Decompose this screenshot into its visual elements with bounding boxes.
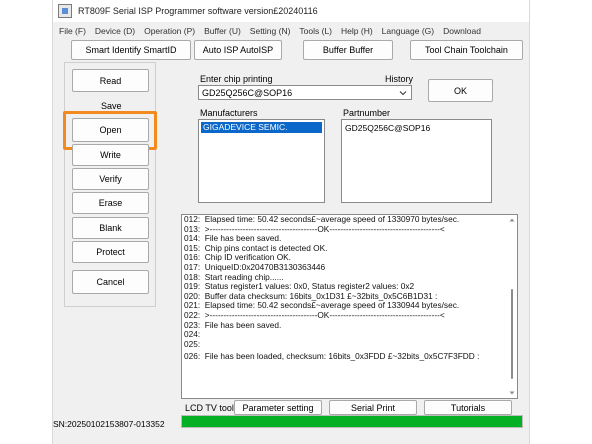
scroll-up-icon[interactable] [509,217,515,223]
protect-button[interactable]: Protect [72,241,149,263]
menu-tools[interactable]: Tools (L) [299,26,332,36]
app-window: RT809F Serial ISP Programmer software ve… [52,0,530,444]
manufacturers-list[interactable]: GIGADEVICE SEMIC. [198,119,325,203]
partnumber-label: Partnumber [343,108,391,118]
save-button[interactable]: Save [101,101,122,111]
erase-button[interactable]: Erase [72,192,149,214]
ok-button[interactable]: OK [428,79,493,102]
menu-bar: File (F) Device (D) Operation (P) Buffer… [53,24,529,38]
chevron-down-icon [399,91,407,96]
progress-fill [182,416,522,427]
buffer-button[interactable]: Buffer Buffer [303,40,393,60]
cancel-button[interactable]: Cancel [72,270,149,294]
log-line: 026: File has been loaded, checksum: 16b… [184,351,480,362]
app-icon [58,4,72,18]
title-bar: RT809F Serial ISP Programmer software ve… [53,0,529,22]
menu-file[interactable]: File (F) [59,26,86,36]
log-line: 024: [184,329,201,340]
tool-chain-button[interactable]: Tool Chain Toolchain [410,40,523,60]
chip-select-value: GD25Q256C@SOP16 [202,87,293,98]
enter-chip-label: Enter chip printing [200,74,273,84]
smart-identify-button[interactable]: Smart Identify SmartID [71,40,191,60]
menu-operation[interactable]: Operation (P) [144,26,195,36]
serial-number: SN:20250102153807-013352 [53,419,165,429]
log-line: 023: File has been saved. [184,319,282,330]
log-scrollbar[interactable] [509,217,515,396]
auto-isp-button[interactable]: Auto ISP AutoISP [194,40,282,60]
read-button[interactable]: Read [72,69,149,92]
scroll-down-icon[interactable] [509,390,515,396]
manufacturer-item[interactable]: GIGADEVICE SEMIC. [201,122,322,133]
blank-button[interactable]: Blank [72,217,149,239]
log-line: 025: [184,338,201,349]
partnumber-item[interactable]: GD25Q256C@SOP16 [345,123,488,133]
verify-button[interactable]: Verify [72,168,149,190]
menu-language[interactable]: Language (G) [382,26,434,36]
scroll-thumb[interactable] [511,289,513,379]
history-label: History [385,74,414,84]
window-title: RT809F Serial ISP Programmer software ve… [78,6,318,16]
write-button[interactable]: Write [72,144,149,166]
menu-setting[interactable]: Setting (N) [250,26,291,36]
log-output[interactable]: 012: Elapsed time: 50.42 seconds£~averag… [181,214,518,399]
menu-download[interactable]: Download [443,26,481,36]
menu-device[interactable]: Device (D) [95,26,135,36]
menu-buffer[interactable]: Buffer (U) [204,26,241,36]
manufacturers-label: Manufacturers [200,108,258,118]
partnumber-list[interactable]: GD25Q256C@SOP16 [341,119,492,203]
menu-help[interactable]: Help (H) [341,26,373,36]
progress-bar [181,415,523,428]
chip-select[interactable]: GD25Q256C@SOP16 [198,85,412,100]
